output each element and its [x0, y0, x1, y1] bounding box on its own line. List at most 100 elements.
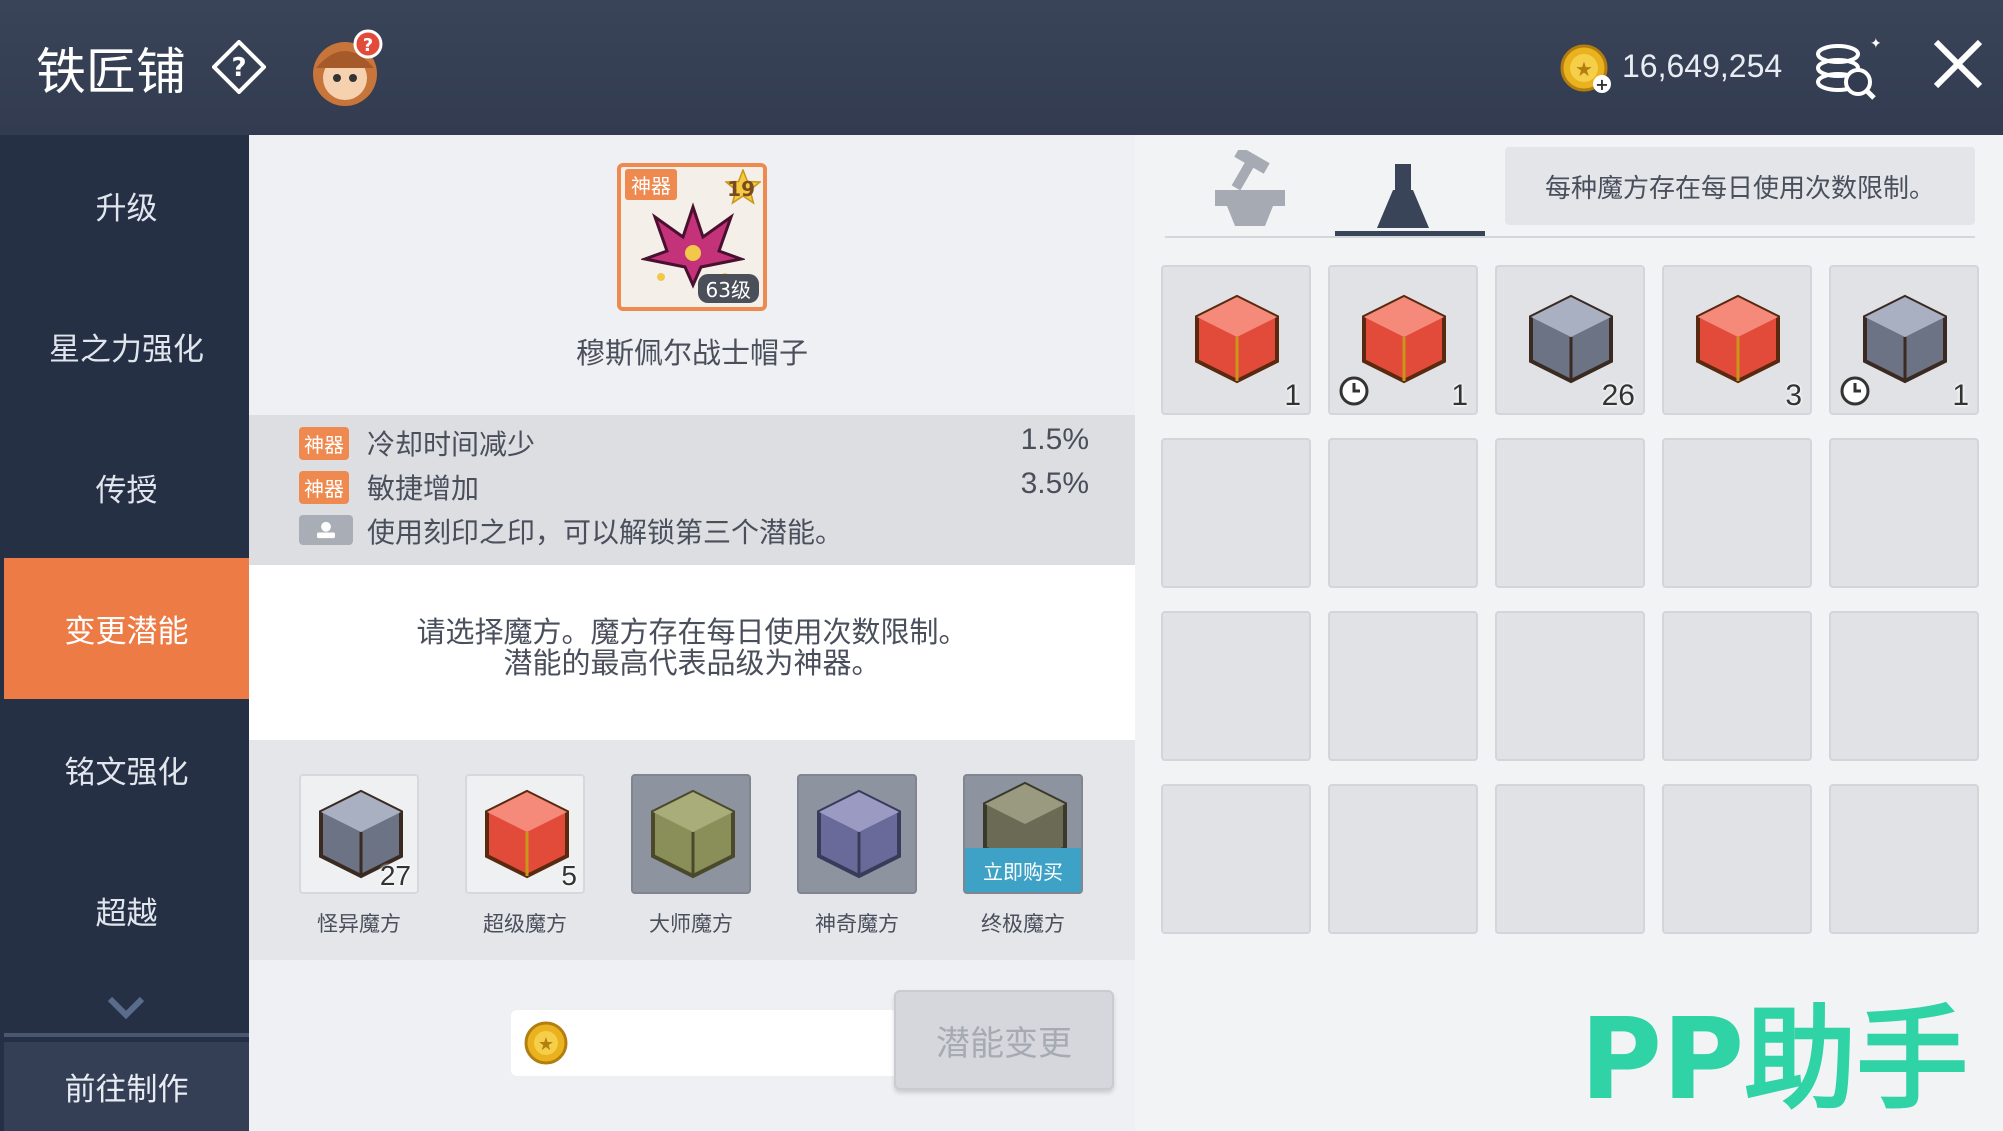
- stamp-lock-icon: [299, 515, 353, 545]
- meso-coin-icon: ★ +: [1560, 44, 1611, 94]
- stat-grade-tag: 神器: [299, 427, 349, 460]
- notice-line: 请选择魔方。魔方存在每日使用次数限制。: [416, 615, 968, 649]
- cube-inventory-panel: 每种魔方存在每日使用次数限制。 1 1 26 3 1: [1135, 135, 2003, 1131]
- sidebar-item-change-potential[interactable]: 变更潜能: [4, 558, 249, 699]
- sidebar-item-transfer[interactable]: 传授: [4, 417, 249, 558]
- potential-panel: 神器 19 63级 穆斯佩尔战士帽子 神器 冷却时间减少 1.5% 神器 敏捷增…: [249, 135, 1135, 1131]
- super-cube-icon: [1696, 294, 1780, 384]
- item-count: 3: [1785, 379, 1802, 412]
- chevron-down-icon[interactable]: [106, 993, 146, 1023]
- anvil-icon[interactable]: [1195, 150, 1305, 235]
- cube-option-super[interactable]: 5: [465, 774, 585, 894]
- potential-stats: 神器 冷却时间减少 1.5% 神器 敏捷增加 3.5% 使用刻印之印，可以解锁第…: [249, 415, 1135, 565]
- empty-slot[interactable]: [1495, 438, 1645, 588]
- flask-icon[interactable]: [1335, 150, 1445, 235]
- cube-notice: 请选择魔方。魔方存在每日使用次数限制。 潜能的最高代表品级为神器。: [249, 565, 1135, 740]
- svg-text:★: ★: [538, 1034, 554, 1055]
- cube-option-master[interactable]: [631, 774, 751, 894]
- empty-slot[interactable]: [1662, 438, 1812, 588]
- empty-slot[interactable]: [1495, 784, 1645, 934]
- sidebar-item-star-force[interactable]: 星之力强化: [4, 276, 249, 417]
- change-potential-button[interactable]: 潜能变更: [894, 990, 1114, 1090]
- npc-avatar-icon[interactable]: ?: [300, 28, 390, 110]
- cube-option-miracle[interactable]: [797, 774, 917, 894]
- stat-label: 敏捷增加: [367, 472, 480, 505]
- svg-text:✦: ✦: [1870, 36, 1880, 52]
- svg-text:?: ?: [363, 35, 373, 56]
- super-cube-icon: [1195, 294, 1279, 384]
- master-cube-icon: [651, 789, 735, 879]
- stat-label: 使用刻印之印，可以解锁第三个潜能。: [367, 516, 844, 549]
- inventory-slot[interactable]: 3: [1662, 265, 1812, 415]
- cube-option-strange[interactable]: 27: [299, 774, 419, 894]
- svg-text:?: ?: [231, 53, 246, 83]
- stat-grade-tag: 神器: [299, 471, 349, 504]
- empty-slot[interactable]: [1161, 784, 1311, 934]
- close-icon[interactable]: [1930, 36, 1986, 92]
- stat-row: 神器 敏捷增加 3.5%: [299, 467, 1089, 507]
- stat-row: 神器 冷却时间减少 1.5%: [299, 423, 1089, 463]
- svg-text:★: ★: [1575, 57, 1593, 81]
- super-cube-icon: [485, 789, 569, 879]
- stat-row-locked: 使用刻印之印，可以解锁第三个潜能。: [299, 511, 1089, 551]
- empty-slot[interactable]: [1829, 438, 1979, 588]
- help-icon[interactable]: ?: [212, 40, 266, 94]
- cube-label: 怪异魔方: [317, 912, 401, 936]
- sidebar-divider: [4, 1033, 249, 1037]
- star-count: 19: [727, 177, 755, 201]
- meso-coin-icon: ★: [524, 1021, 568, 1065]
- cube-label: 终极魔方: [981, 912, 1065, 936]
- cube-count: 27: [379, 860, 411, 891]
- stat-value: 1.5%: [1020, 423, 1089, 456]
- item-name: 穆斯佩尔战士帽子: [575, 336, 808, 370]
- strange-cube-icon: [1863, 294, 1947, 384]
- sidebar: 升级 星之力强化 传授 变更潜能 铭文强化 超越 前往制作: [0, 135, 249, 1131]
- strange-cube-icon: [1529, 294, 1613, 384]
- sidebar-item-upgrade[interactable]: 升级: [4, 135, 249, 276]
- empty-slot[interactable]: [1829, 611, 1979, 761]
- notice-line: 潜能的最高代表品级为神器。: [503, 646, 881, 680]
- tab-divider: [1165, 236, 1975, 238]
- stat-label: 冷却时间减少: [367, 428, 536, 461]
- cube-selector: 27 怪异魔方 5 超级魔方 大师魔方 神奇魔方 立即购买 终极魔方: [249, 740, 1135, 960]
- go-crafting-button[interactable]: 前往制作: [4, 1042, 249, 1131]
- equipment-slot[interactable]: 神器 19 63级: [617, 163, 767, 311]
- svg-text:+: +: [1595, 75, 1608, 94]
- stat-value: 3.5%: [1020, 467, 1089, 500]
- empty-slot[interactable]: [1328, 784, 1478, 934]
- item-count: 1: [1952, 379, 1969, 412]
- empty-slot[interactable]: [1662, 611, 1812, 761]
- sidebar-item-transcend[interactable]: 超越: [4, 840, 249, 981]
- empty-slot[interactable]: [1161, 611, 1311, 761]
- cube-option-ultimate[interactable]: 立即购买: [963, 774, 1083, 894]
- clock-icon: [1840, 376, 1870, 406]
- meso-amount: 16,649,254: [1622, 48, 1783, 84]
- top-bar: 铁匠铺 ? ? ★ + 16,649,254 ✦: [0, 0, 2003, 135]
- inventory-slot[interactable]: 26: [1495, 265, 1645, 415]
- inventory-slot[interactable]: 1: [1829, 265, 1979, 415]
- inventory-slot[interactable]: 1: [1161, 265, 1311, 415]
- super-cube-icon: [1362, 294, 1446, 384]
- watermark-text: PP助手: [1580, 1000, 1968, 1110]
- item-count: 1: [1284, 379, 1301, 412]
- empty-slot[interactable]: [1662, 784, 1812, 934]
- cube-label: 神奇魔方: [815, 912, 899, 936]
- empty-slot[interactable]: [1328, 438, 1478, 588]
- watermark-logo: PP助手: [1580, 1000, 1968, 1110]
- item-level: 63级: [697, 274, 759, 303]
- miracle-cube-icon: [817, 789, 901, 879]
- buy-now-button[interactable]: 立即购买: [965, 848, 1081, 892]
- page-title: 铁匠铺: [36, 43, 186, 101]
- empty-slot[interactable]: [1495, 611, 1645, 761]
- coin-exchange-icon[interactable]: ✦: [1808, 34, 1880, 102]
- empty-slot[interactable]: [1328, 611, 1478, 761]
- cube-count: 5: [561, 860, 577, 891]
- item-count: 26: [1601, 379, 1635, 412]
- inventory-slot[interactable]: 1: [1328, 265, 1478, 415]
- cube-label: 大师魔方: [649, 912, 733, 936]
- empty-slot[interactable]: [1829, 784, 1979, 934]
- cube-limit-notice: 每种魔方存在每日使用次数限制。: [1505, 147, 1975, 225]
- grade-tag: 神器: [625, 169, 677, 200]
- sidebar-item-inscription[interactable]: 铭文强化: [4, 699, 249, 840]
- empty-slot[interactable]: [1161, 438, 1311, 588]
